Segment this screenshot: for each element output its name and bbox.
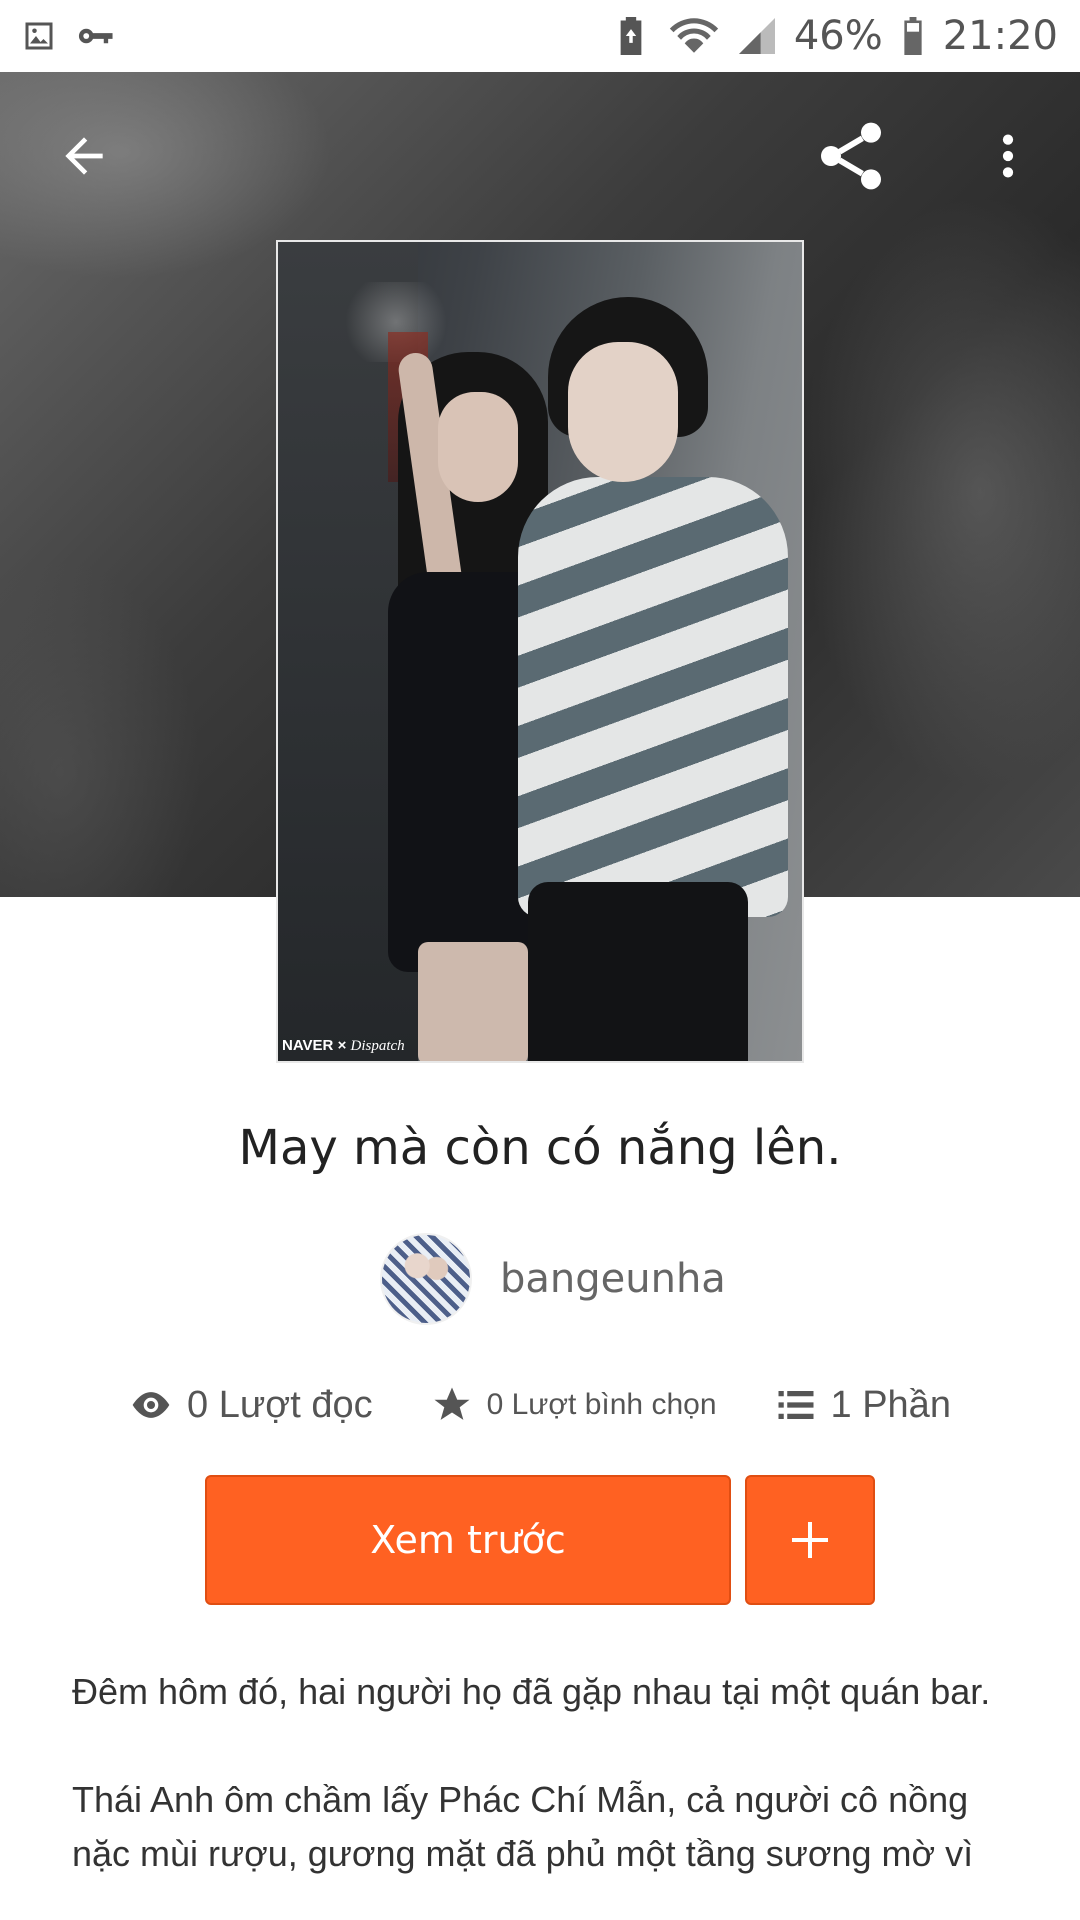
more-vertical-icon [1002, 134, 1014, 178]
story-cover-image[interactable]: NAVER × Dispatch [276, 240, 804, 1063]
share-icon [821, 122, 881, 190]
battery-saver-icon [612, 17, 650, 55]
story-stats: 0 Lượt đọc 0 Lượt bình chọn 1 Phần [0, 1370, 1080, 1440]
cover-watermark: NAVER × Dispatch [282, 1037, 405, 1054]
arrow-left-icon [65, 137, 103, 175]
status-bar-left [20, 17, 114, 55]
votes-count: 0 Lượt bình chọn [486, 1388, 717, 1421]
battery-icon [901, 17, 925, 55]
reads-count: 0 Lượt đọc [187, 1383, 373, 1426]
back-button[interactable] [36, 108, 132, 204]
clock: 21:20 [942, 13, 1058, 59]
more-options-button[interactable] [960, 108, 1056, 204]
cover-figure-man-shirt [518, 477, 788, 917]
signal-icon [738, 17, 776, 55]
votes-stat: 0 Lượt bình chọn [431, 1384, 717, 1426]
cover-figure-woman-face [438, 392, 518, 502]
parts-stat[interactable]: 1 Phần [775, 1384, 951, 1427]
share-button[interactable] [803, 108, 899, 204]
eye-icon [129, 1383, 173, 1427]
wifi-icon [668, 17, 720, 55]
cover-figure-woman-legs [418, 942, 528, 1061]
star-icon [431, 1384, 473, 1426]
avatar [380, 1233, 472, 1325]
image-icon [20, 17, 58, 55]
plus-icon [792, 1522, 828, 1558]
cover-figure-man-pants [528, 882, 748, 1061]
battery-percent: 46% [793, 13, 883, 59]
cover-figure-man-face [568, 342, 678, 482]
story-description: Đêm hôm đó, hai người họ đã gặp nhau tại… [72, 1665, 1012, 1920]
add-to-library-button[interactable] [745, 1475, 875, 1605]
story-title: May mà còn có nắng lên. [238, 1120, 842, 1176]
reads-stat: 0 Lượt đọc [129, 1383, 373, 1427]
parts-count: 1 Phần [830, 1383, 951, 1426]
author-name: bangeunha [500, 1256, 726, 1302]
author-link[interactable]: bangeunha [380, 1233, 726, 1325]
key-icon [76, 17, 114, 55]
description-paragraph: Đêm hôm đó, hai người họ đã gặp nhau tại… [72, 1671, 991, 1712]
preview-button[interactable]: Xem trước [205, 1475, 731, 1605]
status-bar-right: 46% 21:20 [612, 13, 1058, 59]
list-icon [775, 1384, 817, 1426]
description-paragraph: Thái Anh ôm chầm lấy Phác Chí Mẫn, cả ng… [72, 1779, 974, 1874]
status-bar: 46% 21:20 [0, 0, 1080, 72]
